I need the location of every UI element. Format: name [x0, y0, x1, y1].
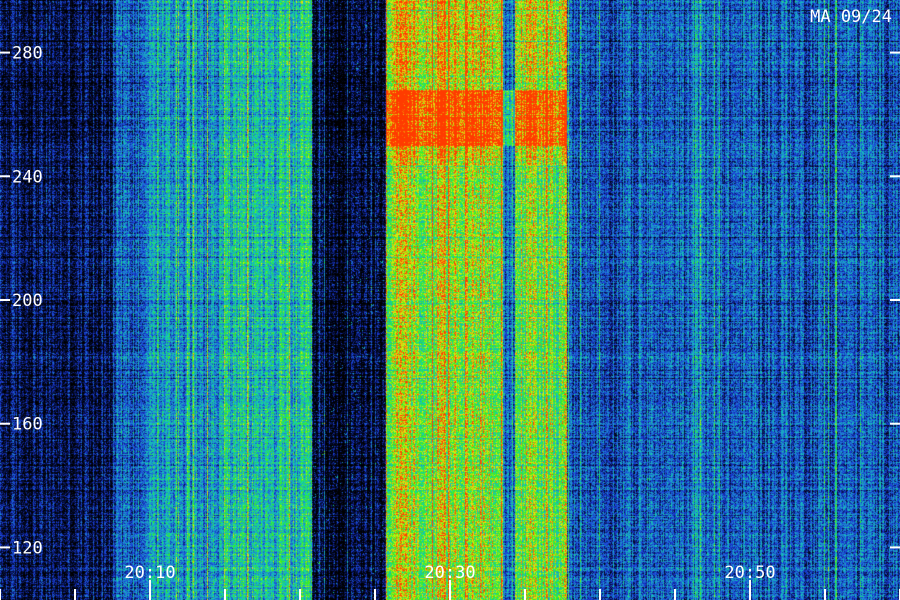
y-axis: 120 160 200 240 280: [0, 44, 900, 558]
spectrogram-panel: 120 160 200 240 280 20:10 20:30 20:50 MA 09/24: [0, 0, 900, 600]
x-axis: 20:10 20:30 20:50: [0, 563, 900, 600]
x-tick-label: 20:10: [124, 563, 175, 583]
station-date-label: MA 09/24: [810, 7, 892, 27]
y-tick-label: 200: [12, 291, 43, 311]
y-tick-label: 240: [12, 167, 43, 187]
x-tick-label: 20:30: [424, 563, 475, 583]
x-tick-label: 20:50: [724, 563, 775, 583]
y-tick-label: 160: [12, 415, 43, 435]
axes-overlay: 120 160 200 240 280 20:10 20:30 20:50 MA 09/24: [0, 7, 900, 600]
y-tick-label: 120: [12, 538, 43, 558]
y-tick-label: 280: [12, 44, 43, 64]
